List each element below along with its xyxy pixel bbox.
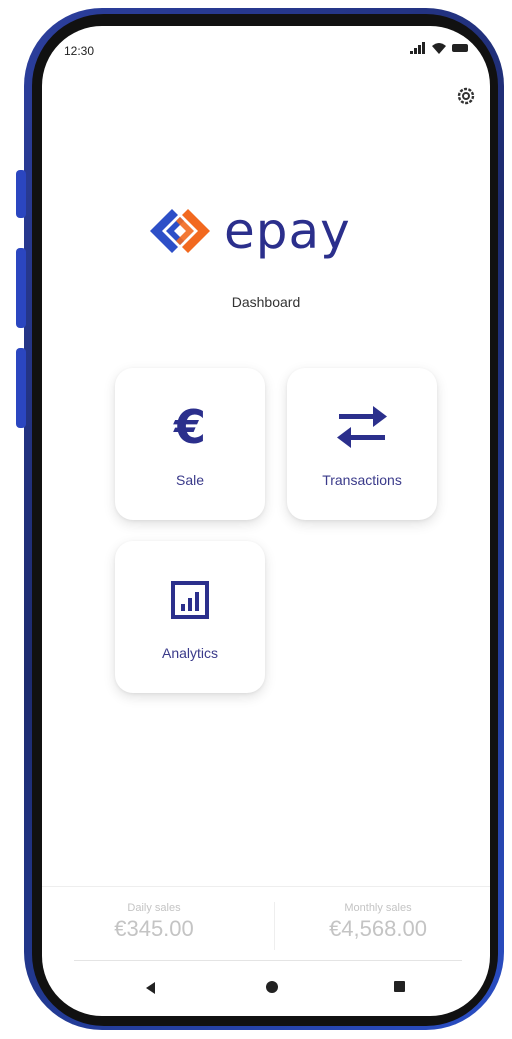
transactions-tile[interactable]: Transactions [287, 368, 437, 520]
monthly-sales-value: €4,568.00 [329, 916, 427, 941]
brand-name: epay [224, 202, 351, 260]
volume-down-button [16, 248, 26, 328]
daily-sales: Daily sales €345.00 [42, 902, 266, 942]
analytics-label: Analytics [161, 645, 219, 661]
signal-icon [410, 42, 426, 54]
daily-sales-label: Daily sales [127, 902, 181, 914]
daily-sales-value: €345.00 [114, 916, 194, 941]
system-nav-bar [42, 978, 490, 1002]
status-icons [410, 42, 468, 54]
sale-label: Sale [175, 472, 205, 488]
recents-icon[interactable] [394, 981, 405, 992]
wifi-icon [432, 43, 446, 54]
epay-logo-icon [150, 209, 210, 253]
summary-column-divider [274, 902, 275, 950]
home-icon[interactable] [266, 981, 278, 993]
epay-logo: epay [146, 202, 351, 260]
transactions-label: Transactions [322, 472, 402, 488]
monthly-sales: Monthly sales €4,568.00 [266, 902, 490, 942]
euro-icon: € [173, 400, 206, 454]
chart-icon [171, 581, 209, 619]
summary-divider [42, 886, 490, 887]
battery-icon [452, 44, 468, 52]
sale-tile[interactable]: € Sale [115, 368, 265, 520]
page-title: Dashboard [231, 294, 301, 310]
power-button [16, 348, 26, 428]
settings-gear-icon[interactable] [456, 86, 476, 106]
phone-screen: 12:30 epay Dashboard € Sale Transactions… [42, 26, 490, 1016]
analytics-tile[interactable]: Analytics [115, 541, 265, 693]
status-time: 12:30 [64, 44, 95, 58]
monthly-sales-label: Monthly sales [344, 902, 412, 914]
back-icon[interactable] [146, 982, 155, 994]
nav-divider [74, 960, 462, 961]
sales-summary: Daily sales €345.00 Monthly sales €4,568… [42, 902, 490, 942]
swap-arrows-icon [337, 406, 387, 448]
volume-up-button [16, 170, 26, 218]
